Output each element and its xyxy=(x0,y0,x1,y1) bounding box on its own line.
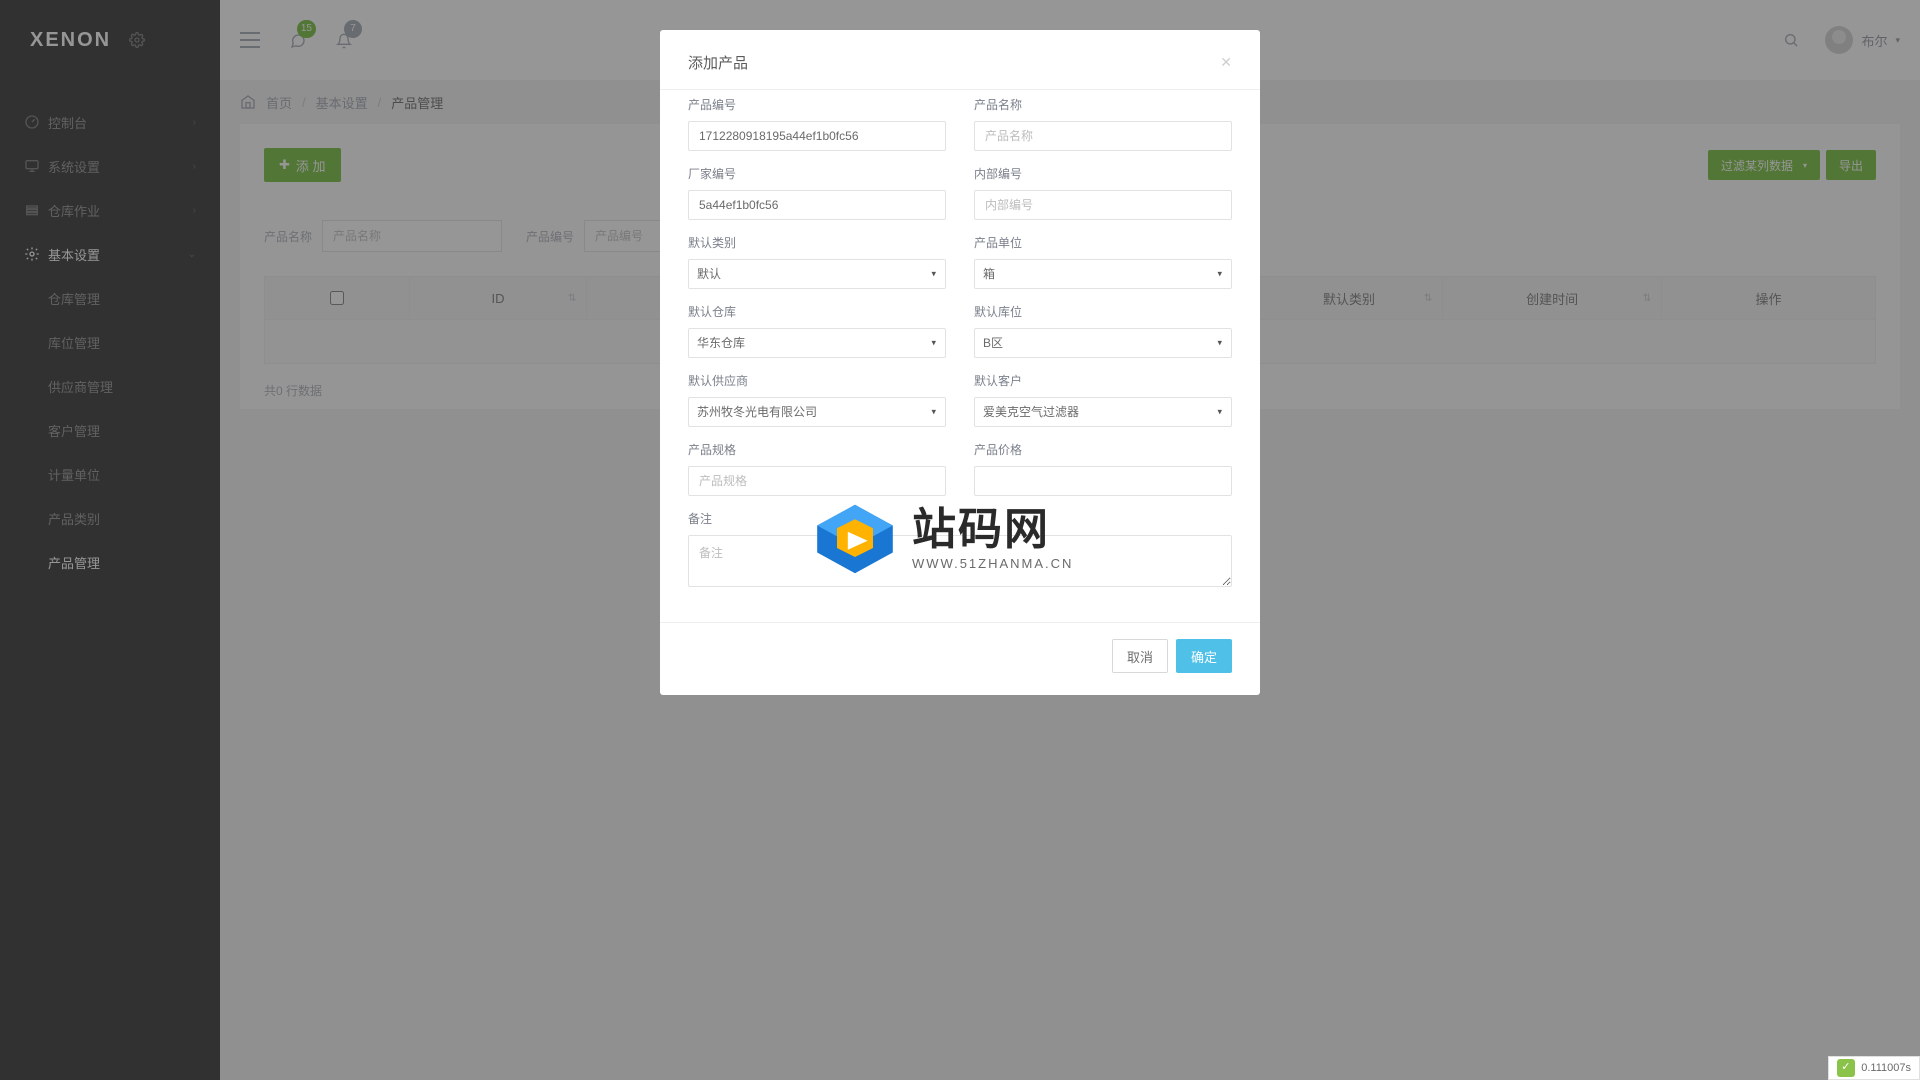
input-internal-code[interactable] xyxy=(974,190,1232,220)
label-warehouse: 默认仓库 xyxy=(688,303,946,320)
input-product-name[interactable] xyxy=(974,121,1232,151)
input-vendor-code[interactable] xyxy=(688,190,946,220)
select-warehouse[interactable]: 华东仓库 xyxy=(688,328,946,358)
perf-time: 0.111007s xyxy=(1861,1062,1911,1074)
select-location[interactable]: B区 xyxy=(974,328,1232,358)
input-price[interactable] xyxy=(974,466,1232,496)
modal-footer: 取消 确定 xyxy=(660,622,1260,695)
add-product-modal: 添加产品 ✕ 产品编号 产品名称 厂家编号 内部编号 xyxy=(660,30,1260,695)
modal-title: 添加产品 xyxy=(688,52,748,73)
ok-button[interactable]: 确定 xyxy=(1176,639,1232,673)
select-supplier[interactable]: 苏州牧冬光电有限公司 xyxy=(688,397,946,427)
cancel-button[interactable]: 取消 xyxy=(1112,639,1168,673)
perf-badge: 0.111007s xyxy=(1828,1056,1920,1080)
label-supplier: 默认供应商 xyxy=(688,372,946,389)
cancel-label: 取消 xyxy=(1127,647,1153,666)
leaf-icon xyxy=(1837,1059,1855,1077)
close-icon[interactable]: ✕ xyxy=(1220,54,1232,71)
ok-label: 确定 xyxy=(1191,647,1217,666)
modal-header: 添加产品 ✕ xyxy=(660,30,1260,89)
label-unit: 产品单位 xyxy=(974,234,1232,251)
label-spec: 产品规格 xyxy=(688,441,946,458)
label-product-name: 产品名称 xyxy=(974,96,1232,113)
input-product-code[interactable] xyxy=(688,121,946,151)
select-category[interactable]: 默认 xyxy=(688,259,946,289)
label-customer: 默认客户 xyxy=(974,372,1232,389)
label-remark: 备注 xyxy=(688,510,1232,527)
label-location: 默认库位 xyxy=(974,303,1232,320)
input-spec[interactable] xyxy=(688,466,946,496)
label-vendor-code: 厂家编号 xyxy=(688,165,946,182)
label-price: 产品价格 xyxy=(974,441,1232,458)
modal-body: 产品编号 产品名称 厂家编号 内部编号 默认类别 默认 xyxy=(660,89,1260,622)
select-unit[interactable]: 箱 xyxy=(974,259,1232,289)
label-internal-code: 内部编号 xyxy=(974,165,1232,182)
textarea-remark[interactable] xyxy=(688,535,1232,587)
label-category: 默认类别 xyxy=(688,234,946,251)
select-customer[interactable]: 爱美克空气过滤器 xyxy=(974,397,1232,427)
label-product-code: 产品编号 xyxy=(688,96,946,113)
